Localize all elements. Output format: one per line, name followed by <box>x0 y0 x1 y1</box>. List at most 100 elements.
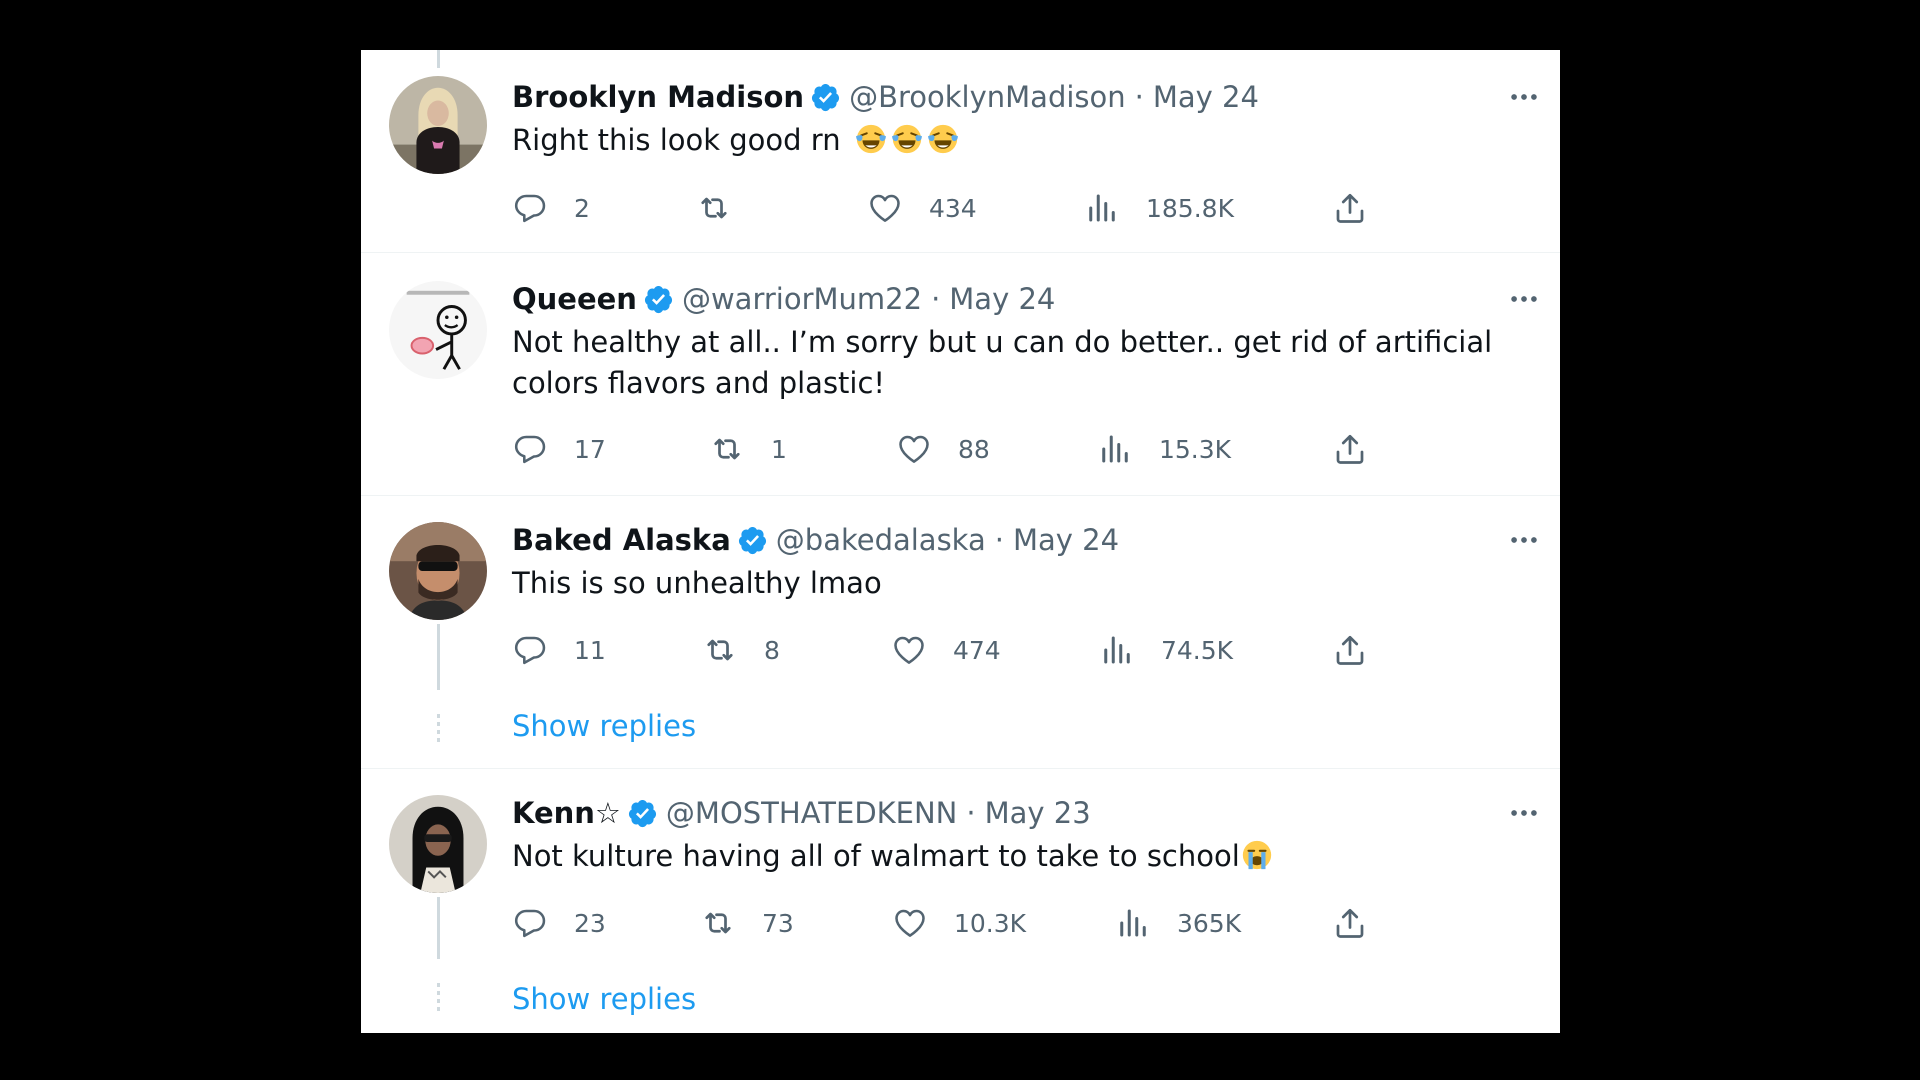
share-icon <box>1332 190 1368 226</box>
tweet-text: This is so unhealthy lmao <box>512 566 882 600</box>
view-count: 185.8K <box>1146 193 1234 223</box>
retweet-button[interactable] <box>696 188 758 228</box>
thread-connector <box>437 983 440 1015</box>
display-name[interactable]: Queeen <box>512 282 637 316</box>
reply-icon <box>512 905 548 941</box>
analytics-icon <box>1097 431 1133 467</box>
heart-icon <box>892 905 928 941</box>
like-count: 10.3K <box>954 908 1027 938</box>
more-options-icon[interactable] <box>1506 522 1542 558</box>
user-handle[interactable]: @BrooklynMadison <box>849 80 1126 114</box>
heart-icon <box>867 190 903 226</box>
view-count: 365K <box>1177 908 1242 938</box>
share-button[interactable] <box>1332 903 1368 943</box>
tweet-baked-alaska[interactable]: Baked Alaska @bakedalaska · May 24 This … <box>361 496 1560 769</box>
retweet-icon <box>696 190 732 226</box>
face-with-tears-of-joy-icon <box>890 122 924 156</box>
retweet-count: 1 <box>771 434 787 464</box>
show-replies-link[interactable]: Show replies <box>512 982 696 1016</box>
analytics-icon <box>1084 190 1120 226</box>
verified-badge-icon <box>810 82 841 113</box>
more-options-icon[interactable] <box>1506 281 1542 317</box>
tweet-date[interactable]: May 24 <box>1013 523 1119 557</box>
reply-button[interactable]: 23 <box>512 903 606 943</box>
like-count: 474 <box>953 635 1001 665</box>
tweet-date[interactable]: May 24 <box>949 282 1055 316</box>
face-with-tears-of-joy-icon <box>926 122 960 156</box>
share-icon <box>1332 431 1368 467</box>
tweet-text: Right this look good rn <box>512 120 1536 161</box>
share-button[interactable] <box>1332 188 1368 228</box>
thread-line <box>437 624 440 690</box>
views-button[interactable]: 185.8K <box>1084 188 1234 228</box>
tweet-date[interactable]: May 24 <box>1153 80 1259 114</box>
tweet-queeen[interactable]: Queeen @warriorMum22 · May 24 Not health… <box>361 253 1560 496</box>
thread-line <box>437 50 440 68</box>
tweet-text-content: Right this look good rn <box>512 123 841 157</box>
reply-count: 2 <box>574 193 590 223</box>
tweet-brooklyn-madison[interactable]: Brooklyn Madison @BrooklynMadison · May … <box>361 50 1560 253</box>
share-button[interactable] <box>1332 630 1368 670</box>
like-button[interactable]: 88 <box>896 429 990 469</box>
avatar[interactable] <box>389 281 487 379</box>
like-button[interactable]: 474 <box>891 630 1001 670</box>
like-count: 88 <box>958 434 990 464</box>
verified-badge-icon <box>643 284 674 315</box>
more-options-icon[interactable] <box>1506 79 1542 115</box>
reply-icon <box>512 632 548 668</box>
avatar[interactable] <box>389 522 487 620</box>
heart-icon <box>891 632 927 668</box>
like-button[interactable]: 434 <box>867 188 977 228</box>
face-with-tears-of-joy-icon <box>854 122 888 156</box>
reply-icon <box>512 190 548 226</box>
thread-connector <box>437 714 440 746</box>
retweet-icon <box>700 905 736 941</box>
reply-count: 11 <box>574 635 606 665</box>
share-icon <box>1332 905 1368 941</box>
avatar[interactable] <box>389 795 487 893</box>
tweet-text: Not kulture having all of walmart to tak… <box>512 836 1536 877</box>
tweet-header: Brooklyn Madison @BrooklynMadison · May … <box>512 77 1464 117</box>
separator: · <box>931 282 941 316</box>
display-name[interactable]: Kenn☆ <box>512 796 621 830</box>
retweet-button[interactable]: 73 <box>700 903 794 943</box>
share-button[interactable] <box>1332 429 1368 469</box>
retweet-icon <box>702 632 738 668</box>
tweet-kenn[interactable]: Kenn☆ @MOSTHATEDKENN · May 23 Not kultur… <box>361 769 1560 1033</box>
retweet-icon <box>709 431 745 467</box>
loudly-crying-face-icon <box>1240 838 1274 872</box>
display-name[interactable]: Baked Alaska <box>512 523 731 557</box>
separator: · <box>966 796 976 830</box>
tweet-text: Not healthy at all.. I’m sorry but u can… <box>512 325 1493 400</box>
verified-badge-icon <box>737 525 768 556</box>
more-options-icon[interactable] <box>1506 795 1542 831</box>
tweet-header: Baked Alaska @bakedalaska · May 24 <box>512 520 1464 560</box>
verified-badge-icon <box>627 798 658 829</box>
tweet-replies-panel: Brooklyn Madison @BrooklynMadison · May … <box>361 50 1560 1033</box>
reply-button[interactable]: 11 <box>512 630 606 670</box>
views-button[interactable]: 365K <box>1115 903 1241 943</box>
views-button[interactable]: 74.5K <box>1099 630 1233 670</box>
thread-line <box>437 897 440 959</box>
view-count: 15.3K <box>1159 434 1232 464</box>
like-count: 434 <box>929 193 977 223</box>
user-handle[interactable]: @bakedalaska <box>776 523 986 557</box>
show-replies-link[interactable]: Show replies <box>512 709 696 743</box>
reply-count: 17 <box>574 434 606 464</box>
tweet-text-content: Not kulture having all of walmart to tak… <box>512 839 1240 873</box>
display-name[interactable]: Brooklyn Madison <box>512 80 804 114</box>
reply-button[interactable]: 17 <box>512 429 606 469</box>
reply-icon <box>512 431 548 467</box>
reply-button[interactable]: 2 <box>512 188 590 228</box>
heart-icon <box>896 431 932 467</box>
user-handle[interactable]: @MOSTHATEDKENN <box>666 796 957 830</box>
retweet-button[interactable]: 1 <box>709 429 787 469</box>
views-button[interactable]: 15.3K <box>1097 429 1231 469</box>
separator: · <box>994 523 1004 557</box>
user-handle[interactable]: @warriorMum22 <box>682 282 922 316</box>
like-button[interactable]: 10.3K <box>892 903 1026 943</box>
analytics-icon <box>1099 632 1135 668</box>
retweet-button[interactable]: 8 <box>702 630 780 670</box>
tweet-date[interactable]: May 23 <box>985 796 1091 830</box>
avatar[interactable] <box>389 76 487 174</box>
